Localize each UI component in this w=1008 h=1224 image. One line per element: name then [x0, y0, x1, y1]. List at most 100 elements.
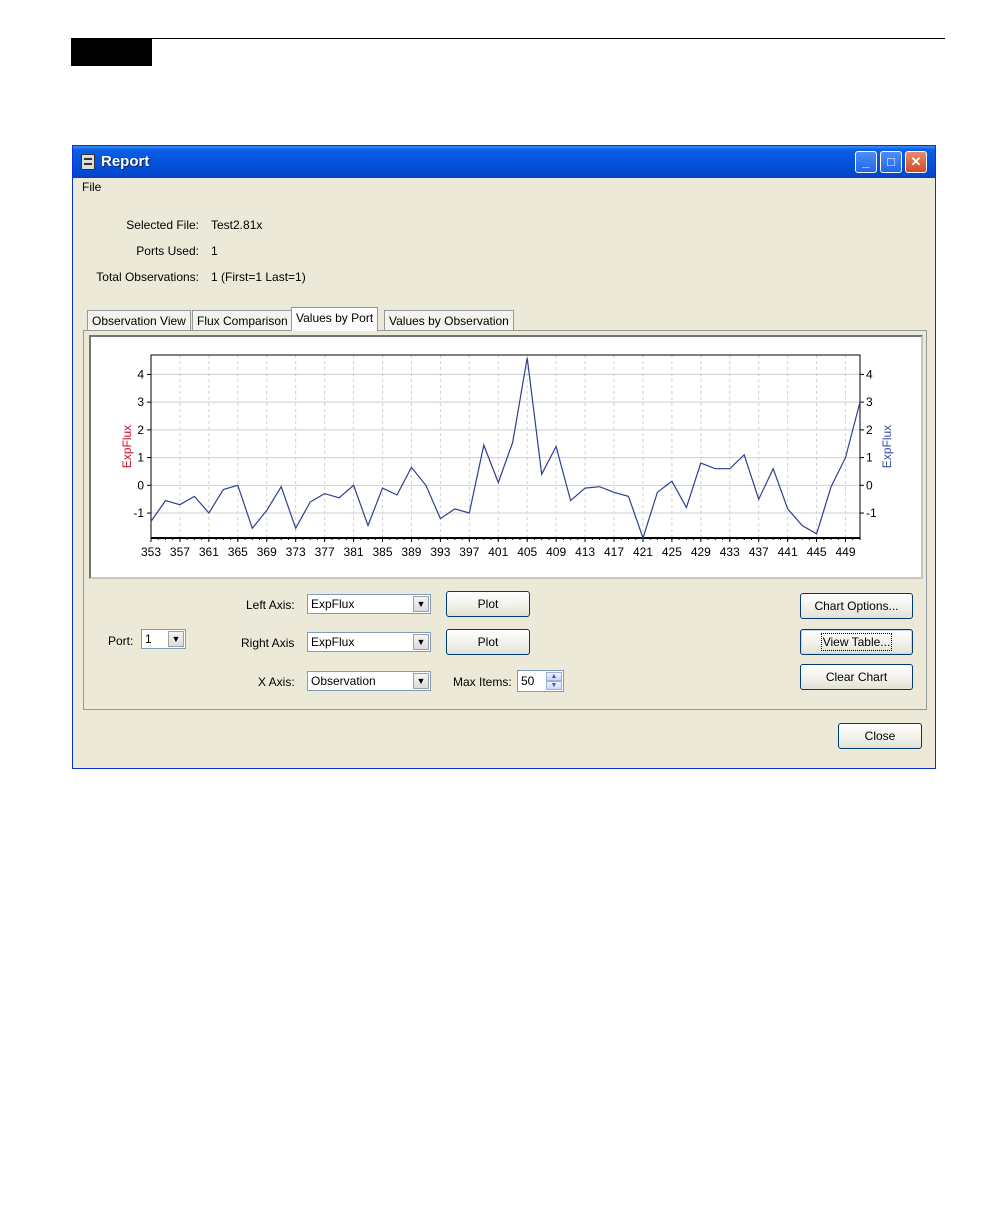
report-app-icon — [81, 154, 95, 170]
close-button[interactable]: Close — [838, 723, 922, 749]
report-window: Report _ □ ✕ File Selected File: Test2.8… — [72, 145, 936, 769]
spin-up-icon[interactable]: ▲ — [546, 672, 562, 681]
x-axis-label: X Axis: — [258, 675, 295, 689]
x-tick-label: 401 — [488, 545, 508, 559]
right-axis-select-value: ExpFlux — [311, 635, 355, 649]
view-table-label: View Table... — [820, 633, 893, 651]
spin-down-icon[interactable]: ▼ — [546, 681, 562, 690]
x-tick-label: 397 — [459, 545, 479, 559]
series-line — [150, 357, 861, 540]
clear-chart-button[interactable]: Clear Chart — [800, 664, 913, 690]
plot-right-label: Plot — [477, 635, 499, 649]
tab-observation-view[interactable]: Observation View — [87, 310, 191, 330]
right-y-tick-label: -1 — [866, 506, 877, 520]
x-tick-label: 369 — [257, 545, 277, 559]
x-tick-label: 417 — [604, 545, 624, 559]
x-tick-label: 357 — [170, 545, 190, 559]
chart-options-label: Chart Options... — [814, 599, 899, 613]
port-select-value: 1 — [145, 632, 152, 646]
x-tick-label: 405 — [517, 545, 537, 559]
x-tick-label: 377 — [315, 545, 335, 559]
tab-values-by-port[interactable]: Values by Port — [291, 307, 379, 331]
right-axis-title: ExpFlux — [880, 425, 894, 468]
left-y-tick-label: 2 — [137, 423, 144, 437]
x-tick-label: 441 — [778, 545, 798, 559]
right-y-tick-label: 4 — [866, 367, 873, 381]
plot-left-button[interactable]: Plot — [446, 591, 530, 617]
view-table-button[interactable]: View Table... — [800, 629, 913, 655]
total-observations-value: 1 (First=1 Last=1) — [211, 270, 306, 284]
right-y-tick-label: 3 — [866, 395, 873, 409]
left-axis-select-value: ExpFlux — [311, 597, 355, 611]
x-tick-label: 425 — [662, 545, 682, 559]
x-tick-label: 437 — [749, 545, 769, 559]
selected-file-label: Selected File: — [126, 218, 199, 232]
left-y-tick-label: 3 — [137, 395, 144, 409]
left-axis-select[interactable]: ExpFlux ▼ — [307, 594, 431, 614]
left-axis-label: Left Axis: — [246, 598, 295, 612]
x-tick-label: 361 — [199, 545, 219, 559]
plot-frame — [150, 354, 861, 539]
right-y-tick-label: 1 — [866, 451, 873, 465]
tab-flux-comparison[interactable]: Flux Comparison — [192, 310, 293, 330]
menu-bar: File — [73, 178, 935, 198]
left-y-tick-label: 4 — [137, 367, 144, 381]
chart-options-button[interactable]: Chart Options... — [800, 593, 913, 619]
minimize-button[interactable]: _ — [855, 151, 877, 173]
port-label: Port: — [108, 634, 134, 648]
close-button-label: Close — [864, 729, 896, 743]
right-y-tick-label: 2 — [866, 423, 873, 437]
x-tick-label: 381 — [344, 545, 364, 559]
x-tick-label: 413 — [575, 545, 595, 559]
total-observations-label: Total Observations: — [96, 270, 199, 284]
title-bar[interactable]: Report _ □ ✕ — [73, 146, 935, 178]
ports-used-label: Ports Used: — [136, 244, 199, 258]
flux-line-chart: 353 357 361 365 369 373 377 381 385 389 393 397 401 4… — [120, 354, 894, 559]
x-tick-label: 445 — [807, 545, 827, 559]
clear-chart-label: Clear Chart — [825, 670, 888, 684]
chevron-down-icon[interactable]: ▼ — [413, 673, 429, 689]
left-y-tick-label: 1 — [137, 451, 144, 465]
x-axis-select[interactable]: Observation ▼ — [307, 671, 431, 691]
right-axis-select[interactable]: ExpFlux ▼ — [307, 632, 431, 652]
right-y-tick-label: 0 — [866, 478, 873, 492]
max-items-label: Max Items: — [453, 675, 512, 689]
tab-values-by-observation[interactable]: Values by Observation — [384, 310, 514, 330]
x-tick-label: 389 — [401, 545, 421, 559]
x-tick-label: 433 — [720, 545, 740, 559]
port-select[interactable]: 1 ▼ — [141, 629, 186, 649]
minimize-icon: _ — [862, 154, 870, 169]
page-header-block — [71, 38, 152, 66]
left-y-tick-label: 0 — [137, 478, 144, 492]
close-icon: ✕ — [910, 154, 922, 169]
chevron-down-icon[interactable]: ▼ — [168, 631, 184, 647]
maximize-button[interactable]: □ — [880, 151, 902, 173]
ports-used-value: 1 — [211, 244, 218, 258]
x-tick-label: 429 — [691, 545, 711, 559]
selected-file-value: Test2.81x — [211, 218, 263, 232]
left-y-tick-label: -1 — [133, 506, 144, 520]
x-tick-label: 353 — [141, 545, 161, 559]
x-tick-label: 421 — [633, 545, 653, 559]
right-axis-label: Right Axis — [241, 636, 295, 650]
menu-file[interactable]: File — [82, 180, 101, 194]
x-tick-label: 385 — [372, 545, 392, 559]
x-tick-label: 373 — [286, 545, 306, 559]
x-tick-label: 365 — [228, 545, 248, 559]
x-axis-select-value: Observation — [311, 674, 376, 688]
window-title: Report — [101, 153, 150, 170]
max-items-value: 50 — [521, 674, 535, 688]
x-tick-label: 449 — [836, 545, 856, 559]
page-header-rule — [71, 38, 945, 39]
plot-left-label: Plot — [477, 597, 499, 611]
chevron-down-icon[interactable]: ▼ — [413, 596, 429, 612]
x-tick-label: 393 — [430, 545, 450, 559]
maximize-icon: □ — [887, 154, 895, 169]
plot-right-button[interactable]: Plot — [446, 629, 530, 655]
chevron-down-icon[interactable]: ▼ — [413, 634, 429, 650]
x-tick-label: 409 — [546, 545, 566, 559]
close-window-button[interactable]: ✕ — [905, 151, 927, 173]
chart-area: 353 357 361 365 369 373 377 381 385 389 393 397 401 4… — [89, 335, 923, 579]
max-items-spinner[interactable]: 50 ▲ ▼ — [517, 670, 564, 692]
left-axis-title: ExpFlux — [120, 425, 134, 468]
